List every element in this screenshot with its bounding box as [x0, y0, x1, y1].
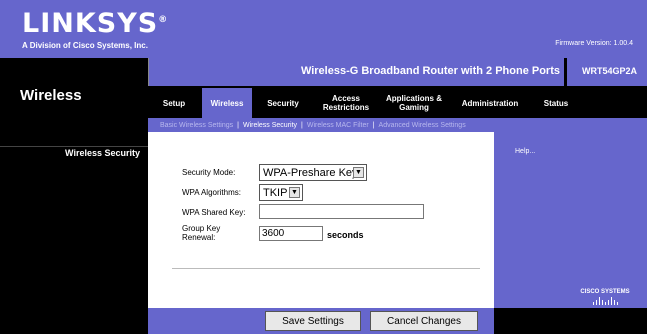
- cisco-logo: Cisco Systems: [575, 289, 635, 305]
- section-title: Wireless: [20, 87, 82, 104]
- left-divider: [0, 146, 148, 147]
- model-band: Wireless-G Broadband Router with 2 Phone…: [148, 58, 647, 86]
- main-content: [148, 132, 494, 308]
- security-mode-value: WPA-Preshare Key: [263, 166, 358, 179]
- subnav-wireless-security[interactable]: Wireless Security: [243, 122, 297, 129]
- tab-administration[interactable]: Administration: [452, 88, 528, 118]
- tab-security[interactable]: Security: [258, 88, 308, 118]
- subnav: Basic Wireless Settings | Wireless Secur…: [148, 118, 647, 132]
- tab-setup[interactable]: Setup: [152, 88, 196, 118]
- cancel-changes-button[interactable]: Cancel Changes: [370, 311, 478, 331]
- left-column: [0, 132, 148, 308]
- model-separator: [564, 58, 567, 86]
- subnav-basic-wireless[interactable]: Basic Wireless Settings: [160, 122, 233, 129]
- model-name: Wireless-G Broadband Router with 2 Phone…: [300, 65, 560, 77]
- model-number: WRT54GP2A: [581, 66, 637, 76]
- security-mode-select[interactable]: WPA-Preshare Key ▼: [259, 164, 367, 181]
- group-key-unit: seconds: [327, 230, 364, 240]
- wpa-algorithms-label: WPA Algorithms:: [182, 188, 241, 197]
- tab-access-restrictions[interactable]: Access Restrictions: [316, 88, 376, 118]
- shared-key-input[interactable]: [259, 204, 424, 219]
- chevron-down-icon: ▼: [353, 167, 364, 178]
- logo-subtitle: A Division of Cisco Systems, Inc.: [22, 41, 148, 50]
- wpa-algorithms-value: TKIP: [263, 186, 288, 199]
- form-divider: [172, 268, 480, 269]
- tab-status[interactable]: Status: [536, 88, 576, 118]
- left-heading: Wireless Security: [65, 148, 140, 158]
- help-column: [494, 132, 647, 308]
- save-settings-button[interactable]: Save Settings: [265, 311, 361, 331]
- wpa-algorithms-select[interactable]: TKIP ▼: [259, 184, 303, 201]
- group-key-renewal-input[interactable]: 3600: [259, 226, 323, 241]
- help-link[interactable]: Help...: [515, 148, 535, 155]
- subnav-separator: |: [237, 121, 239, 129]
- security-mode-label: Security Mode:: [182, 168, 236, 177]
- tab-wireless[interactable]: Wireless: [202, 88, 252, 118]
- main-tabs: Setup Wireless Security Access Restricti…: [148, 88, 647, 118]
- group-key-label: Group Key Renewal:: [182, 224, 221, 242]
- subnav-separator: |: [372, 121, 375, 129]
- shared-key-label: WPA Shared Key:: [182, 208, 246, 217]
- cisco-bars-icon: [575, 297, 635, 305]
- subnav-advanced-wireless[interactable]: Advanced Wireless Settings: [379, 122, 466, 129]
- linksys-logo: LINKSYS®: [22, 8, 169, 39]
- header-bar: LINKSYS® A Division of Cisco Systems, In…: [0, 0, 647, 58]
- tab-applications-gaming[interactable]: Applications & Gaming: [384, 88, 444, 118]
- subnav-mac-filter[interactable]: Wireless MAC Filter: [307, 122, 369, 129]
- firmware-version: Firmware Version: 1.00.4: [555, 40, 633, 47]
- subnav-separator: |: [301, 121, 303, 129]
- chevron-down-icon: ▼: [289, 187, 300, 198]
